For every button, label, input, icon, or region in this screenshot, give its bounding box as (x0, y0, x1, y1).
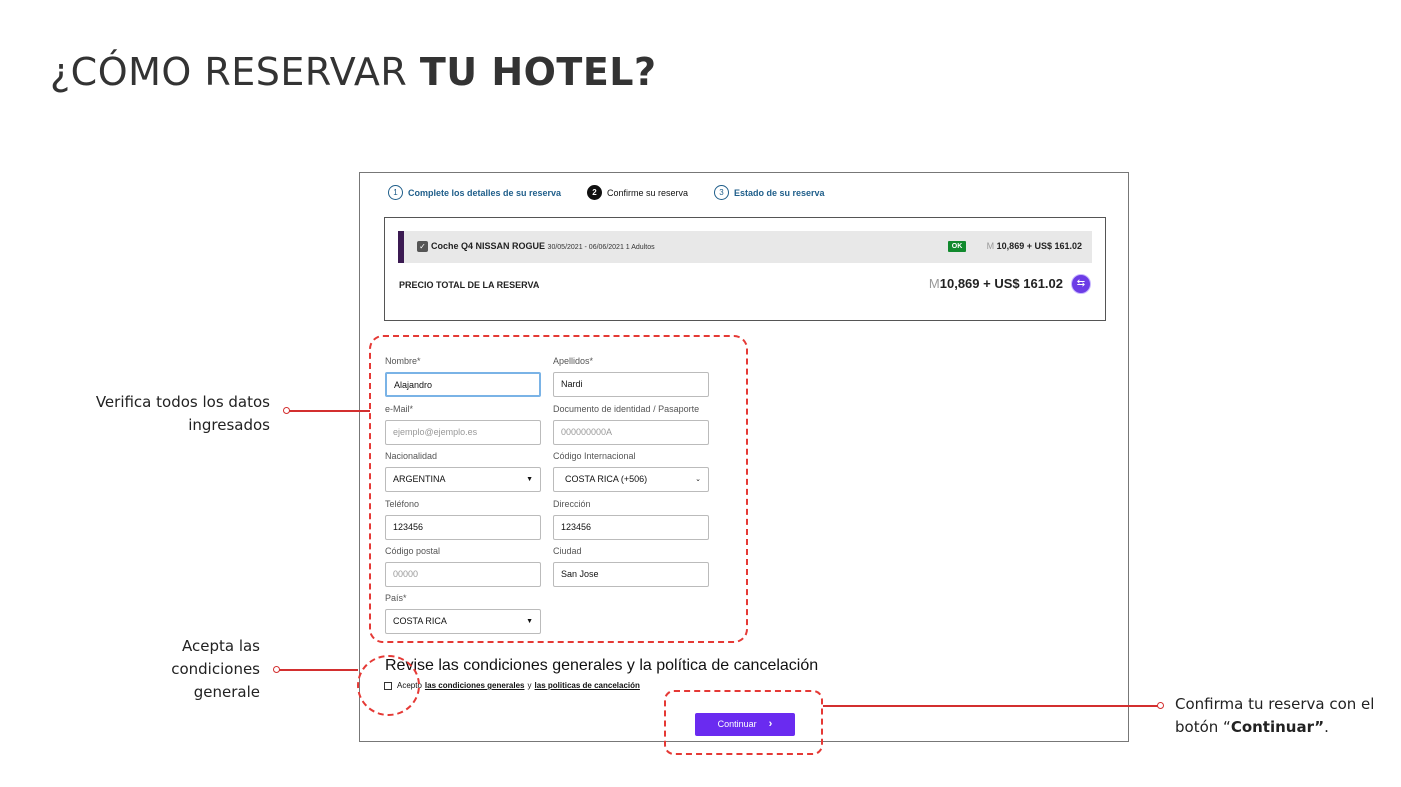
step-label: Complete los detalles de su reserva (408, 187, 562, 198)
conditions-accept-row: Acepto las condiciones generales y las p… (384, 681, 643, 690)
item-price-value: 10,869 + US$ 161.02 (996, 241, 1082, 251)
annotation-line: condiciones (171, 660, 260, 678)
item-price: M 10,869 + US$ 161.02 (987, 241, 1082, 251)
annotation-accept: Acepta las condiciones generale (171, 635, 260, 704)
collapse-check-icon[interactable]: ✓ (417, 241, 428, 252)
checkbox-highlight (357, 655, 420, 716)
status-badge: OK (948, 241, 966, 252)
and-text: y (527, 681, 532, 690)
step-1[interactable]: 1 Complete los detalles de su reserva (388, 185, 561, 200)
title-bold: TU HOTEL? (419, 50, 657, 94)
annotation-bold: Continuar” (1230, 718, 1325, 736)
confirm-connector-dot (1157, 702, 1164, 709)
conditions-title: Revise las condiciones generales y la po… (385, 657, 819, 674)
confirm-connector (823, 705, 1160, 707)
annotation-text: botón “ (1175, 718, 1231, 736)
annotation-line: Confirma tu reserva con el (1175, 695, 1375, 713)
item-details: 30/05/2021 - 06/06/2021 1 Adultos (547, 244, 655, 251)
row-accent-bar (398, 231, 404, 263)
step-3[interactable]: 3 Estado de su reserva (714, 185, 825, 200)
step-2: 2 Confirme su reserva (587, 185, 688, 200)
step-number: 1 (388, 185, 403, 200)
currency-toggle-icon[interactable]: ⇆ (1071, 274, 1091, 294)
accept-connector (278, 669, 358, 671)
item-description: Coche Q4 NISSAN ROGUE 30/05/2021 - 06/06… (431, 241, 655, 251)
accept-connector-dot (273, 666, 280, 673)
cancellation-policy-link[interactable]: las politicas de cancelación (535, 681, 640, 690)
verify-connector-dot (283, 407, 290, 414)
annotation-text: . (1324, 718, 1329, 736)
total-label: PRECIO TOTAL DE LA RESERVA (399, 280, 540, 290)
annotation-line: ingresados (188, 416, 270, 434)
title-light: ¿CÓMO RESERVAR (50, 50, 420, 94)
item-name: Coche Q4 NISSAN ROGUE (431, 241, 546, 251)
annotation-line: Verifica todos los datos (95, 393, 270, 411)
total-price-value: 10,869 + US$ 161.02 (939, 276, 1063, 291)
annotation-line: botón “Continuar”. (1175, 716, 1374, 739)
miles-icon: M (928, 276, 940, 291)
annotation-line: generale (193, 683, 260, 701)
annotation-verify: Verifica todos los datos ingresados (96, 391, 270, 437)
summary-item-row: ✓ Coche Q4 NISSAN ROGUE 30/05/2021 - 06/… (398, 231, 1092, 263)
step-number: 2 (587, 185, 602, 200)
annotation-line: Acepta las (181, 637, 260, 655)
button-highlight (664, 690, 823, 755)
annotation-confirm: Confirma tu reserva con el botón “Contin… (1175, 693, 1374, 739)
booking-summary: ✓ Coche Q4 NISSAN ROGUE 30/05/2021 - 06/… (384, 217, 1106, 321)
step-label: Estado de su reserva (734, 187, 825, 198)
total-price: M10,869 + US$ 161.02 (929, 276, 1063, 291)
general-conditions-link[interactable]: las condiciones generales (425, 681, 525, 690)
form-highlight (369, 335, 748, 643)
verify-connector (288, 410, 370, 412)
miles-icon: M (986, 241, 995, 251)
step-label: Confirme su reserva (607, 187, 689, 198)
step-number: 3 (714, 185, 729, 200)
page-title: ¿CÓMO RESERVAR TU HOTEL? (50, 50, 657, 94)
